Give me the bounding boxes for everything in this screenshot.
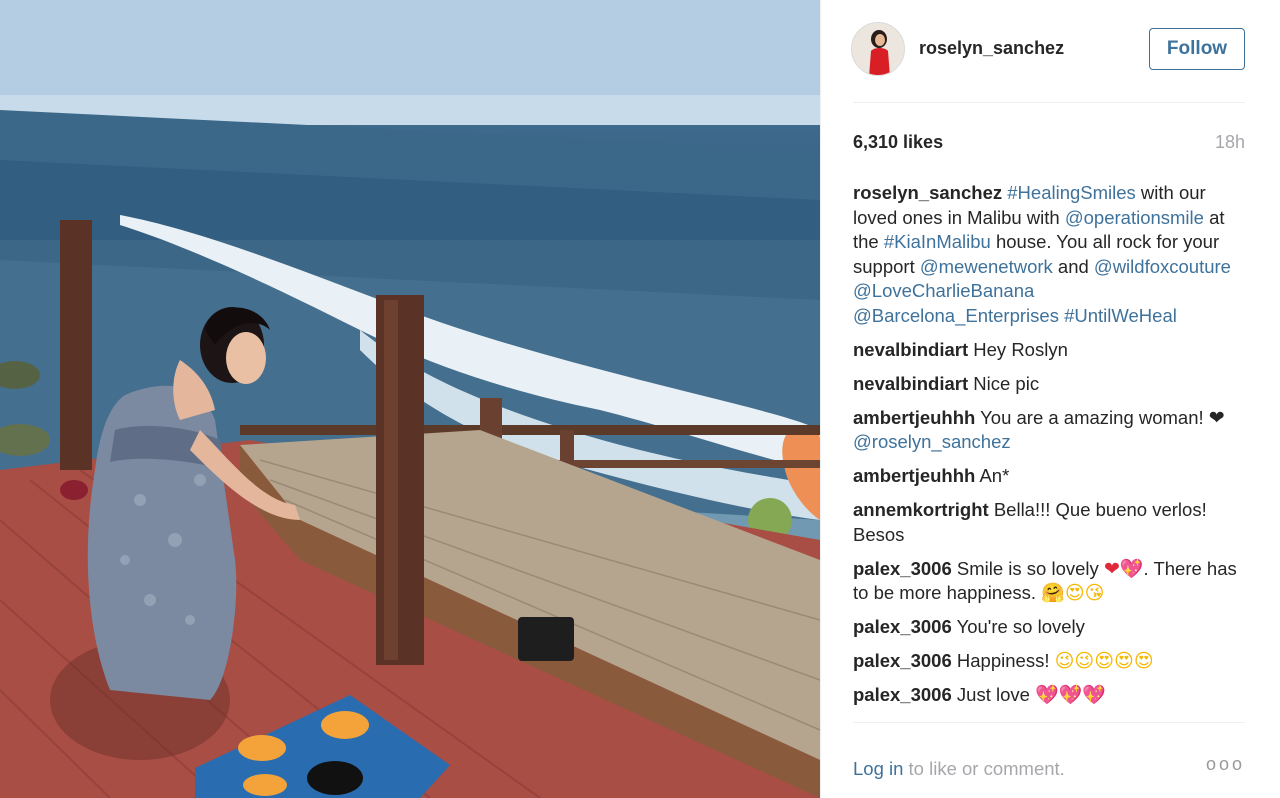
ellipsis-icon[interactable]: ooo	[1206, 754, 1245, 775]
header-divider	[853, 102, 1245, 103]
heart-emoji: ❤💖	[1103, 557, 1144, 580]
comment-item: nevalbindiart Hey Roslyn	[853, 338, 1245, 363]
comment-text: Smile is so lovely	[956, 557, 1099, 579]
comment-text: You're so lovely	[956, 616, 1085, 637]
comment-username[interactable]: nevalbindiart	[853, 339, 968, 360]
avatar[interactable]	[851, 22, 905, 76]
footer-divider	[853, 722, 1245, 723]
comment-username[interactable]: ambertjeuhhh	[853, 465, 975, 486]
heart-emoji: ❤	[1208, 406, 1225, 429]
comment-username[interactable]: palex_3006	[853, 616, 952, 637]
likes-row: 6,310 likes 18h	[853, 130, 1245, 154]
comment-text: Just love	[956, 684, 1030, 705]
mention-link[interactable]: @mewenetwork	[920, 256, 1053, 277]
comment-text: Happiness!	[956, 650, 1050, 671]
comment-item: palex_3006 You're so lovely	[853, 615, 1245, 640]
follow-button[interactable]: Follow	[1149, 28, 1245, 70]
smile-emoji: 😉😉😍😍😍	[1054, 650, 1154, 672]
header-username[interactable]: roselyn_sanchez	[919, 38, 1064, 59]
post-timestamp[interactable]: 18h	[1215, 132, 1245, 153]
post-photo[interactable]	[0, 0, 820, 798]
post-header: roselyn_sanchez Follow	[851, 22, 1245, 78]
login-prompt-text: to like or comment.	[903, 758, 1065, 779]
comment-username[interactable]: ambertjeuhhh	[853, 407, 975, 428]
comment-text: You are a amazing woman!	[980, 406, 1204, 428]
comment-item: palex_3006 Smile is so lovely ❤💖. There …	[853, 557, 1245, 606]
login-link[interactable]: Log in	[853, 758, 903, 779]
sparkling-heart-emoji: 💖💖💖	[1035, 684, 1107, 706]
mention-link[interactable]: @LoveCharlieBanana	[853, 280, 1034, 301]
comment-item: annemkortright Bella!!! Que bueno verlos…	[853, 498, 1245, 547]
likes-count[interactable]: 6,310 likes	[853, 132, 943, 153]
comment-item: ambertjeuhhh You are a amazing woman! ❤ …	[853, 406, 1245, 455]
caption: roselyn_sanchez #HealingSmiles with our …	[853, 181, 1245, 328]
comment-item: palex_3006 Happiness! 😉😉😍😍😍	[853, 649, 1245, 674]
hashtag-link[interactable]: #KiaInMalibu	[884, 231, 991, 252]
comment-item: ambertjeuhhh An*	[853, 464, 1245, 489]
login-prompt: Log in to like or comment.	[853, 758, 1065, 780]
comments-list: roselyn_sanchez #HealingSmiles with our …	[853, 181, 1245, 717]
comment-text: Nice pic	[973, 372, 1040, 394]
mention-link[interactable]: @wildfoxcouture	[1094, 256, 1231, 277]
mention-link[interactable]: @roselyn_sanchez	[853, 431, 1011, 452]
mention-link[interactable]: @operationsmile	[1065, 207, 1204, 228]
comment-text: An*	[979, 465, 1010, 486]
comment-text: Hey Roslyn	[973, 338, 1068, 360]
comment-username[interactable]: nevalbindiart	[853, 373, 968, 394]
hashtag-link[interactable]: #HealingSmiles	[1007, 182, 1136, 203]
caption-username[interactable]: roselyn_sanchez	[853, 182, 1002, 203]
smile-emoji: 🤗😍😘	[1041, 582, 1105, 604]
hashtag-link[interactable]: #UntilWeHeal	[1064, 305, 1177, 326]
mention-link[interactable]: @Barcelona_Enterprises	[853, 305, 1059, 326]
avatar-image	[852, 23, 904, 75]
photo-scene	[0, 0, 820, 798]
comment-username[interactable]: palex_3006	[853, 684, 952, 705]
caption-text: and	[1052, 255, 1094, 277]
comment-username[interactable]: palex_3006	[853, 650, 952, 671]
comment-username[interactable]: annemkortright	[853, 499, 989, 520]
comment-item: nevalbindiart Nice pic	[853, 372, 1245, 397]
post-footer: Log in to like or comment. ooo	[853, 754, 1245, 782]
comment-username[interactable]: palex_3006	[853, 558, 952, 579]
comment-item: palex_3006 Just love 💖💖💖	[853, 683, 1245, 708]
post-details-panel: roselyn_sanchez Follow 6,310 likes 18h r…	[820, 0, 1280, 798]
